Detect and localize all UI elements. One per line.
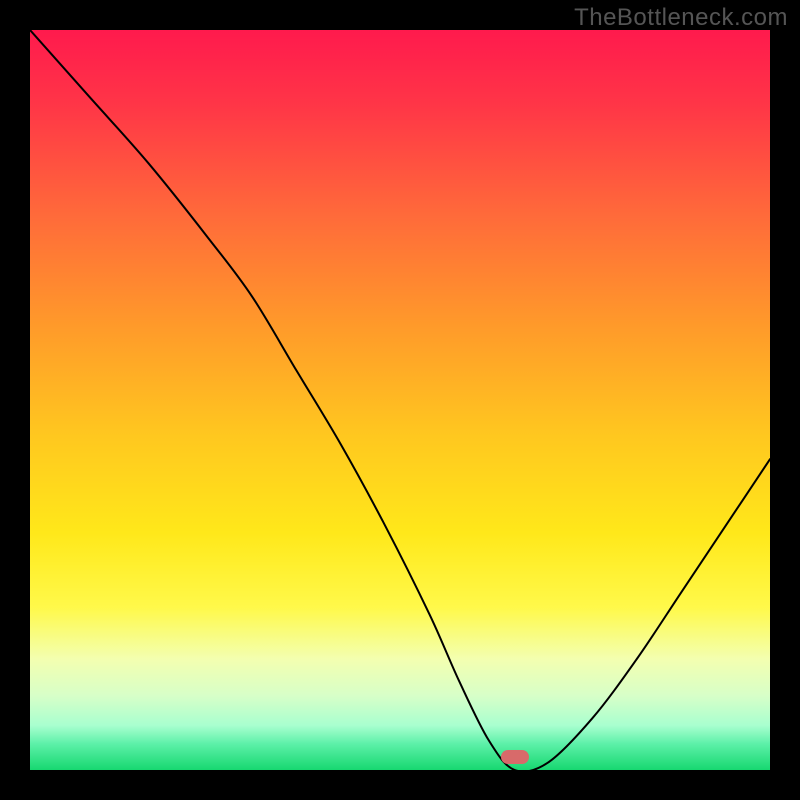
chart-frame: TheBottleneck.com: [0, 0, 800, 800]
bottleneck-curve: [30, 30, 770, 770]
plot-area: [30, 30, 770, 770]
optimal-point-marker: [501, 750, 529, 764]
watermark-text: TheBottleneck.com: [574, 4, 788, 32]
